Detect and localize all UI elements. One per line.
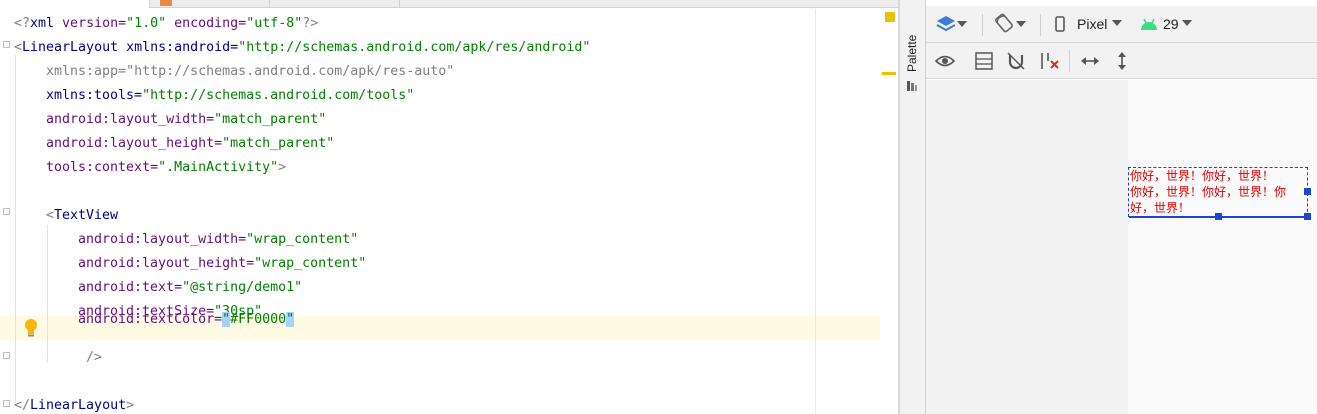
error-stripe[interactable] xyxy=(880,9,900,414)
eye-icon[interactable] xyxy=(935,53,955,69)
fold-marker[interactable] xyxy=(3,352,10,359)
resize-handle-right[interactable] xyxy=(1304,188,1311,195)
preview-text-line: 你好，世界！你好，世界！ xyxy=(1130,169,1275,183)
code-line-3: xmlns:app="http://schemas.android.com/ap… xyxy=(46,64,455,79)
magnet-off-icon[interactable] xyxy=(1006,51,1026,71)
fold-marker[interactable] xyxy=(3,41,10,48)
code-line-15: /> xyxy=(86,350,103,365)
indent-guide xyxy=(47,225,48,363)
layers-icon[interactable] xyxy=(936,15,956,33)
lightbulb-icon[interactable] xyxy=(22,318,40,338)
code-line-14: android:textColor="#FF0000" xyxy=(78,312,295,327)
palette-icon[interactable] xyxy=(906,80,918,92)
code-line-5: android:layout_width="match_parent" xyxy=(46,112,327,127)
editor-tab-strip xyxy=(0,0,900,8)
toolbar-separator xyxy=(982,14,983,36)
chevron-down-icon[interactable] xyxy=(1112,20,1122,26)
code-line-2: <LinearLayout xmlns:android="http://sche… xyxy=(14,40,591,55)
fold-marker[interactable] xyxy=(3,400,10,407)
palette-tab[interactable]: Palette xyxy=(905,35,919,72)
file-type-icon xyxy=(160,0,172,6)
code-line-12: android:text="@string/demo1" xyxy=(78,280,303,295)
right-margin-guide xyxy=(815,9,816,414)
resize-handle-bottom-right[interactable] xyxy=(1304,213,1311,220)
code-editor[interactable]: <?xml version="1.0" encoding="utf-8"?> <… xyxy=(0,9,886,414)
toolbar-separator xyxy=(1069,50,1070,72)
editor-tab-2[interactable] xyxy=(150,0,270,8)
api-level-selector-label[interactable]: 29 xyxy=(1163,16,1179,32)
code-line-1: <?xml version="1.0" encoding="utf-8"?> xyxy=(14,16,319,31)
chevron-down-icon[interactable] xyxy=(1182,20,1192,26)
phone-device-icon[interactable] xyxy=(1055,16,1065,32)
code-line-10: android:layout_width="wrap_content" xyxy=(78,232,359,247)
preview-text-line: 你好，世界！你好，世界！你 xyxy=(1130,185,1287,199)
warning-stripe-mark[interactable] xyxy=(882,72,896,75)
chevron-down-icon[interactable] xyxy=(957,21,967,27)
device-selector-label[interactable]: Pixel xyxy=(1077,16,1107,32)
chevron-down-icon[interactable] xyxy=(1016,21,1026,27)
code-line-6: android:layout_height="match_parent" xyxy=(46,136,335,151)
editor-tab-3[interactable] xyxy=(270,0,400,8)
indent-guide xyxy=(15,55,16,403)
android-icon[interactable] xyxy=(1140,17,1158,31)
textview-preview[interactable]: 你好，世界！你好，世界！ 你好，世界！你好，世界！你 好，世界！ xyxy=(1128,167,1308,217)
code-line-9: <TextView xyxy=(46,208,119,223)
expand-horizontal-icon[interactable] xyxy=(1080,54,1100,68)
fold-gutter xyxy=(0,9,12,414)
editor-tab-activity-main[interactable] xyxy=(0,0,150,8)
fold-marker[interactable] xyxy=(3,208,10,215)
blueprint-layout-icon[interactable] xyxy=(975,52,993,70)
code-line-17: </LinearLayout> xyxy=(14,398,135,413)
code-line-7: tools:context=".MainActivity"> xyxy=(46,160,287,175)
code-line-4: xmlns:tools="http://schemas.android.com/… xyxy=(46,88,415,103)
expand-vertical-icon[interactable] xyxy=(1115,51,1129,71)
clear-constraints-icon[interactable] xyxy=(1039,51,1061,71)
code-line-11: android:layout_height="wrap_content" xyxy=(78,256,367,271)
resize-handle-bottom[interactable] xyxy=(1215,213,1222,220)
rotate-orientation-icon[interactable] xyxy=(994,13,1014,33)
toolbar-separator xyxy=(1040,14,1041,36)
warning-indicator-icon[interactable] xyxy=(885,12,895,22)
device-screen-preview[interactable] xyxy=(1128,80,1317,414)
